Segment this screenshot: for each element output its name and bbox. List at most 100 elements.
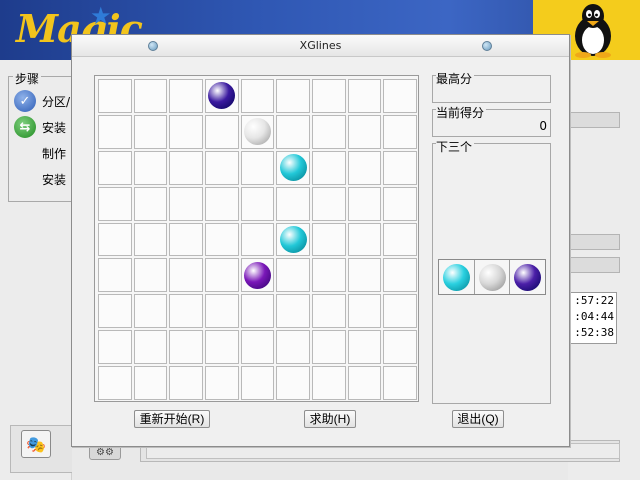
step-partition: ✓ 分区/ [14,90,70,112]
next-ball-slot [439,260,475,294]
board-cell[interactable] [312,294,346,329]
board-cell[interactable] [133,150,168,185]
board-cell[interactable] [347,79,382,113]
board-cell[interactable] [383,150,417,185]
board-cell[interactable] [205,222,239,257]
board-cell[interactable] [169,79,203,113]
board-cell[interactable] [98,294,132,329]
board-cell[interactable] [205,114,239,149]
game-ball[interactable] [243,261,271,289]
board-cell[interactable] [347,186,382,221]
board-cell[interactable] [312,186,346,221]
board-cell[interactable] [240,79,275,113]
board-cell[interactable] [133,366,168,400]
board-cell[interactable] [205,366,239,400]
board-cell[interactable] [276,186,310,221]
board-cell[interactable] [312,114,346,149]
board-cell[interactable] [205,150,239,185]
restart-button[interactable]: 重新开始(R) [134,410,210,428]
quit-button[interactable]: 退出(Q) [452,410,504,428]
board-cell[interactable] [383,330,417,365]
board-cell[interactable] [205,79,239,113]
board-cell[interactable] [276,294,310,329]
board-cell[interactable] [347,366,382,400]
board-cell[interactable] [240,258,275,293]
board-cell[interactable] [383,114,417,149]
board-cell[interactable] [240,222,275,257]
board-cell[interactable] [383,294,417,329]
board-cell[interactable] [98,79,132,113]
board-cell[interactable] [383,79,417,113]
board-cell[interactable] [133,114,168,149]
board-cell[interactable] [276,366,310,400]
window-close-icon[interactable] [482,41,492,51]
board-cell[interactable] [133,258,168,293]
board-cell[interactable] [205,294,239,329]
board-cell[interactable] [312,150,346,185]
game-ball[interactable] [208,82,236,110]
board-cell[interactable] [383,258,417,293]
board-cell[interactable] [205,186,239,221]
board-cell[interactable] [169,294,203,329]
board-cell[interactable] [240,186,275,221]
next-ball-slot [510,260,545,294]
board-cell[interactable] [98,186,132,221]
board-cell[interactable] [98,114,132,149]
window-menu-icon[interactable] [148,41,158,51]
board-cell[interactable] [312,330,346,365]
board-cell[interactable] [347,294,382,329]
board-cell[interactable] [240,114,275,149]
masks-button[interactable]: 🎭 [21,430,51,458]
step-install-2: 安装 [14,168,66,190]
board-cell[interactable] [347,150,382,185]
board-cell[interactable] [169,150,203,185]
board-cell[interactable] [312,366,346,400]
help-button[interactable]: 求助(H) [304,410,356,428]
board-cell[interactable] [133,186,168,221]
board-cell[interactable] [205,258,239,293]
board-cell[interactable] [312,222,346,257]
board-cell[interactable] [169,258,203,293]
board-cell[interactable] [169,330,203,365]
board-cell[interactable] [276,150,310,185]
game-ball[interactable] [279,154,307,182]
board-cell[interactable] [169,222,203,257]
board-cell[interactable] [383,186,417,221]
game-ball[interactable] [243,118,271,146]
board-cell[interactable] [98,222,132,257]
board-cell[interactable] [205,330,239,365]
board-cell[interactable] [98,150,132,185]
board-cell[interactable] [98,258,132,293]
board-cell[interactable] [240,150,275,185]
board-cell[interactable] [133,294,168,329]
board-cell[interactable] [347,222,382,257]
board-cell[interactable] [276,114,310,149]
arrows-circle-icon: ⇆ [14,116,36,138]
game-ball[interactable] [279,225,307,253]
board-cell[interactable] [133,222,168,257]
board-cell[interactable] [169,366,203,400]
board-cell[interactable] [169,186,203,221]
board-cell[interactable] [383,222,417,257]
board-cell[interactable] [169,114,203,149]
board-cell[interactable] [383,366,417,400]
board-cell[interactable] [276,258,310,293]
board-cell[interactable] [240,330,275,365]
board-cell[interactable] [133,330,168,365]
board-cell[interactable] [312,258,346,293]
board-cell[interactable] [276,222,310,257]
window-titlebar[interactable]: XGlines [72,35,569,57]
board-cell[interactable] [240,294,275,329]
board-cell[interactable] [347,114,382,149]
board-cell[interactable] [347,258,382,293]
board-cell[interactable] [133,79,168,113]
board-cell[interactable] [276,330,310,365]
board-cell[interactable] [98,330,132,365]
game-board-frame [94,75,419,402]
board-cell[interactable] [347,330,382,365]
board-cell[interactable] [98,366,132,400]
game-board[interactable] [97,78,418,401]
board-cell[interactable] [312,79,346,113]
board-cell[interactable] [240,366,275,400]
board-cell[interactable] [276,79,310,113]
